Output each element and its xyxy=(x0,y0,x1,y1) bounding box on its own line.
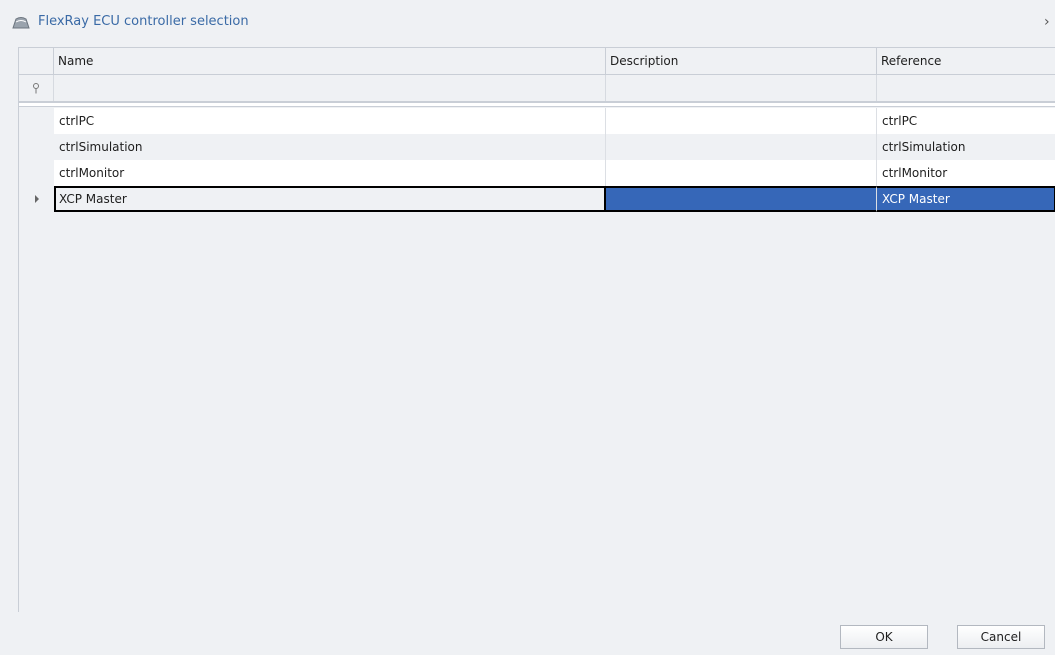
cancel-button[interactable]: Cancel xyxy=(957,625,1045,649)
cell-description[interactable] xyxy=(606,186,877,212)
row-indicator xyxy=(19,108,54,134)
filter-separator xyxy=(19,102,1055,107)
ok-button[interactable]: OK xyxy=(840,625,928,649)
pin-icon xyxy=(32,83,40,94)
cell-reference[interactable]: ctrlPC xyxy=(877,108,1055,134)
current-row-arrow-icon xyxy=(35,195,39,203)
filter-row xyxy=(19,75,1055,102)
filter-cell-name[interactable] xyxy=(54,75,606,101)
filter-indicator-cell xyxy=(19,75,54,101)
cell-description[interactable] xyxy=(606,160,877,186)
row-indicator xyxy=(19,134,54,160)
dialog-title: FlexRay ECU controller selection xyxy=(38,14,249,29)
grid-header-row: Name Description Reference xyxy=(19,48,1055,75)
dialog-app-icon xyxy=(12,16,30,30)
column-header-description[interactable]: Description xyxy=(606,48,877,74)
cell-reference[interactable]: ctrlSimulation xyxy=(877,134,1055,160)
cell-name[interactable]: XCP Master xyxy=(54,186,606,212)
controller-grid: Name Description Reference ctrlPC ctrlPC… xyxy=(18,47,1055,613)
row-indicator xyxy=(19,186,54,212)
row-indicator xyxy=(19,160,54,186)
table-row[interactable]: ctrlPC ctrlPC xyxy=(19,108,1055,134)
cell-description[interactable] xyxy=(606,108,877,134)
cell-description[interactable] xyxy=(606,134,877,160)
cell-name[interactable]: ctrlPC xyxy=(54,108,606,134)
column-header-name[interactable]: Name xyxy=(54,48,606,74)
dialog-footer: OK Cancel xyxy=(0,612,1055,655)
filter-cell-description[interactable] xyxy=(606,75,877,101)
table-row[interactable]: ctrlMonitor ctrlMonitor xyxy=(19,160,1055,186)
cell-reference[interactable]: XCP Master xyxy=(877,186,1055,212)
controller-selection-dialog: FlexRay ECU controller selection › Name … xyxy=(0,0,1055,655)
cell-name[interactable]: ctrlMonitor xyxy=(54,160,606,186)
table-row[interactable]: ctrlSimulation ctrlSimulation xyxy=(19,134,1055,160)
table-row-focused[interactable]: XCP Master XCP Master xyxy=(19,186,1055,212)
close-button[interactable]: › xyxy=(1044,12,1055,32)
filter-cell-reference[interactable] xyxy=(877,75,1055,101)
cell-name[interactable]: ctrlSimulation xyxy=(54,134,606,160)
column-header-reference[interactable]: Reference xyxy=(877,48,1055,74)
header-indicator-cell xyxy=(19,48,54,74)
title-bar: FlexRay ECU controller selection › xyxy=(0,0,1055,46)
cell-reference[interactable]: ctrlMonitor xyxy=(877,160,1055,186)
